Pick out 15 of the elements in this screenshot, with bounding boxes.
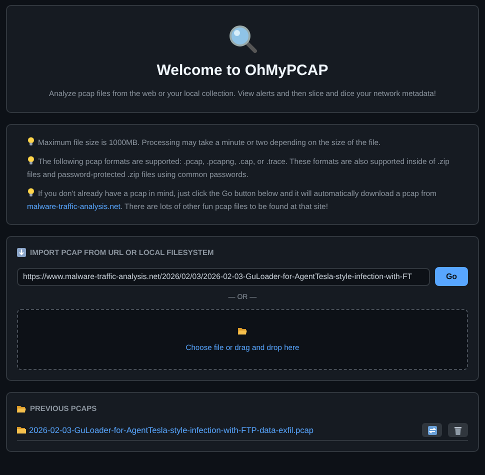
folder-icon <box>17 426 26 434</box>
go-button[interactable]: Go <box>435 267 468 286</box>
welcome-title: Welcome to OhMyPCAP <box>156 62 328 79</box>
delete-button[interactable] <box>448 423 468 437</box>
download-icon <box>17 248 26 257</box>
refresh-icon <box>428 426 436 434</box>
lightbulb-icon <box>27 188 35 197</box>
pcap-file-link[interactable]: 2026-02-03-GuLoader-for-AgentTesla-style-infection-with-FTP-data-exfil.pcap <box>29 425 416 435</box>
magnifier-icon <box>228 24 258 54</box>
open-folder-icon <box>17 404 26 412</box>
trash-icon <box>454 426 462 434</box>
lightbulb-icon <box>27 156 35 165</box>
lightbulb-icon <box>27 137 35 146</box>
open-folder-icon <box>238 327 247 335</box>
reload-button[interactable] <box>422 423 442 437</box>
